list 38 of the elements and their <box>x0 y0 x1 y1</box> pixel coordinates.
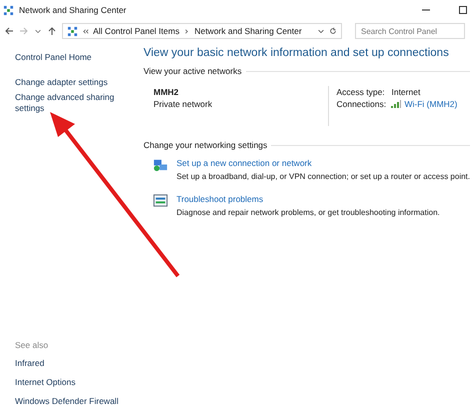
chevron-icon <box>183 28 190 34</box>
back-arrow-icon[interactable] <box>4 26 14 36</box>
task-description: Diagnose and repair network problems, or get troubleshooting information. <box>176 207 440 219</box>
refresh-icon[interactable] <box>329 27 337 35</box>
see-also-link[interactable]: Infrared <box>15 358 136 369</box>
address-bar[interactable]: All Control Panel Items Network and Sharing Center <box>62 23 342 39</box>
field-label: Access type: <box>336 86 386 98</box>
breadcrumb[interactable]: Network and Sharing Center <box>194 26 302 36</box>
window-title: Network and Sharing Center <box>19 5 126 15</box>
signal-bars-icon <box>391 100 402 108</box>
network-name: MMH2 <box>153 86 180 98</box>
sidebar-link[interactable]: Change advanced sharing settings <box>15 92 136 114</box>
page-heading: View your basic network information and set up connections <box>143 47 450 59</box>
sidebar-link[interactable]: Control Panel Home <box>15 52 136 63</box>
task-description: Set up a broadband, dial-up, or VPN connection; or set up a router or access point. <box>176 171 470 183</box>
troubleshoot-icon <box>153 193 168 208</box>
task-link[interactable]: Set up a new connection or network <box>176 156 470 170</box>
section-label: Change your networking settings <box>143 140 268 150</box>
see-also-link[interactable]: Windows Defender Firewall <box>15 396 136 407</box>
network-icon <box>3 4 14 16</box>
up-arrow-icon[interactable] <box>47 26 57 36</box>
connection-link[interactable]: Wi-Fi (MMH2) <box>404 98 458 110</box>
sidebar-link[interactable]: Change adapter settings <box>15 77 136 88</box>
search-field[interactable]: Search Control Panel <box>355 23 465 39</box>
network-icon <box>67 26 78 36</box>
dropdown-caret-icon[interactable] <box>317 27 325 35</box>
field-value: Internet <box>391 86 420 98</box>
network-type: Private network <box>153 98 214 110</box>
task-link[interactable]: Troubleshoot problems <box>176 192 440 206</box>
dropdown-caret-icon[interactable] <box>34 27 42 35</box>
chevrons-icon <box>82 28 89 34</box>
see-also-link[interactable]: Internet Options <box>15 377 136 388</box>
network-setup-icon <box>153 157 168 172</box>
breadcrumb[interactable]: All Control Panel Items <box>93 26 180 36</box>
field-label: Connections: <box>336 98 388 110</box>
maximize-icon[interactable] <box>458 5 468 15</box>
section-label: View your active networks <box>143 66 242 76</box>
see-also-heading: See also <box>15 340 50 350</box>
